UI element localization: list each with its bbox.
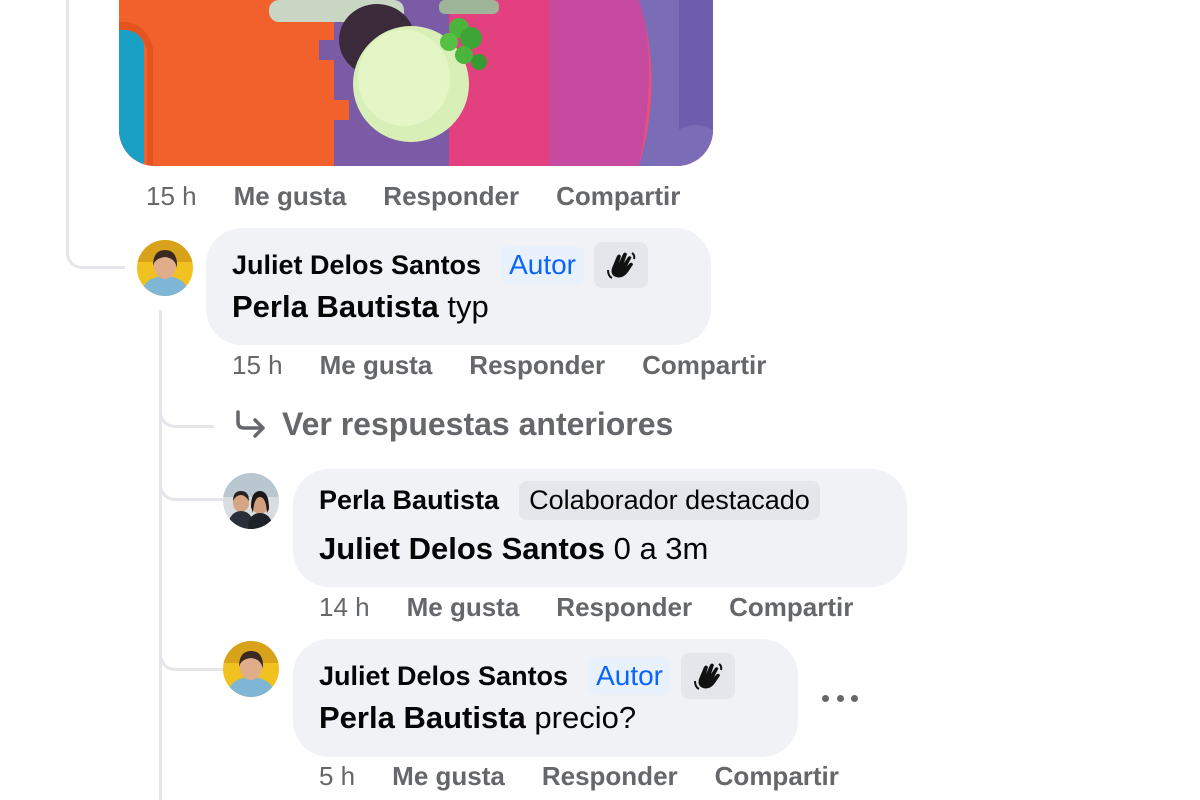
comment-bubble: Perla Bautista Colaborador destacado Jul… (293, 469, 907, 587)
reply-button[interactable]: Responder (469, 350, 605, 381)
comment-author[interactable]: Juliet Delos Santos (319, 661, 568, 692)
post-image-art (119, 0, 713, 166)
share-button[interactable]: Compartir (642, 350, 766, 381)
avatar[interactable] (137, 240, 193, 296)
comment-actions: 15 h Me gusta Responder Compartir (232, 348, 766, 382)
post-actions: 15 h Me gusta Responder Compartir (146, 179, 680, 213)
comment-text: Juliet Delos Santos 0 a 3m (319, 531, 708, 567)
mention-link[interactable]: Perla Bautista (232, 289, 439, 324)
mention-link[interactable]: Perla Bautista (319, 700, 526, 735)
author-badge: Autor (588, 657, 672, 695)
comment-author[interactable]: Perla Bautista (319, 485, 499, 516)
comment-header: Juliet Delos Santos Autor (319, 653, 736, 699)
avatar-image (223, 641, 279, 697)
comment-header: Perla Bautista Colaborador destacado (319, 481, 820, 520)
like-button[interactable]: Me gusta (234, 181, 347, 212)
comment-time[interactable]: 15 h (232, 350, 283, 381)
comment-header: Juliet Delos Santos Autor (232, 242, 649, 288)
top-contributor-badge: Colaborador destacado (519, 481, 820, 520)
reply-button[interactable]: Responder (383, 181, 519, 212)
post-time[interactable]: 15 h (146, 181, 197, 212)
reply-button[interactable]: Responder (542, 761, 678, 792)
comment-message: precio? (534, 700, 637, 735)
comment-bubble: Juliet Delos Santos Autor Perla Bautista… (206, 228, 711, 345)
comment-bubble: Juliet Delos Santos Autor Perla Bautista… (293, 639, 798, 757)
waving-hand-icon (681, 653, 736, 699)
more-options-icon[interactable] (822, 690, 858, 706)
mention-link[interactable]: Juliet Delos Santos (319, 531, 605, 566)
comment-actions: 14 h Me gusta Responder Compartir (319, 590, 853, 624)
view-previous-label: Ver respuestas anteriores (282, 405, 674, 442)
view-previous-replies[interactable]: Ver respuestas anteriores (234, 404, 673, 444)
share-button[interactable]: Compartir (556, 181, 680, 212)
waving-hand-icon (594, 242, 649, 288)
reply-button[interactable]: Responder (556, 592, 692, 623)
share-button[interactable]: Compartir (715, 761, 839, 792)
reply-arrow-icon (234, 409, 268, 439)
avatar[interactable] (223, 473, 279, 529)
comment-time[interactable]: 5 h (319, 761, 355, 792)
comment-actions: 5 h Me gusta Responder Compartir (319, 759, 839, 793)
comment-text: Perla Bautista typ (232, 289, 489, 325)
thread-connector (159, 395, 214, 428)
comment-author[interactable]: Juliet Delos Santos (232, 250, 481, 281)
post-image[interactable] (119, 0, 713, 166)
avatar[interactable] (223, 641, 279, 697)
comment-time[interactable]: 14 h (319, 592, 370, 623)
avatar-image (223, 473, 279, 529)
thread-connector (66, 0, 125, 269)
like-button[interactable]: Me gusta (407, 592, 520, 623)
avatar-image (137, 240, 193, 296)
thread-connector (159, 468, 224, 501)
like-button[interactable]: Me gusta (392, 761, 505, 792)
share-button[interactable]: Compartir (729, 592, 853, 623)
thread-connector (159, 638, 224, 671)
thread-connector (159, 310, 162, 800)
like-button[interactable]: Me gusta (320, 350, 433, 381)
comment-text: Perla Bautista precio? (319, 700, 636, 736)
comment-message: typ (447, 289, 489, 324)
comment-message: 0 a 3m (613, 531, 709, 566)
author-badge: Autor (501, 246, 585, 284)
